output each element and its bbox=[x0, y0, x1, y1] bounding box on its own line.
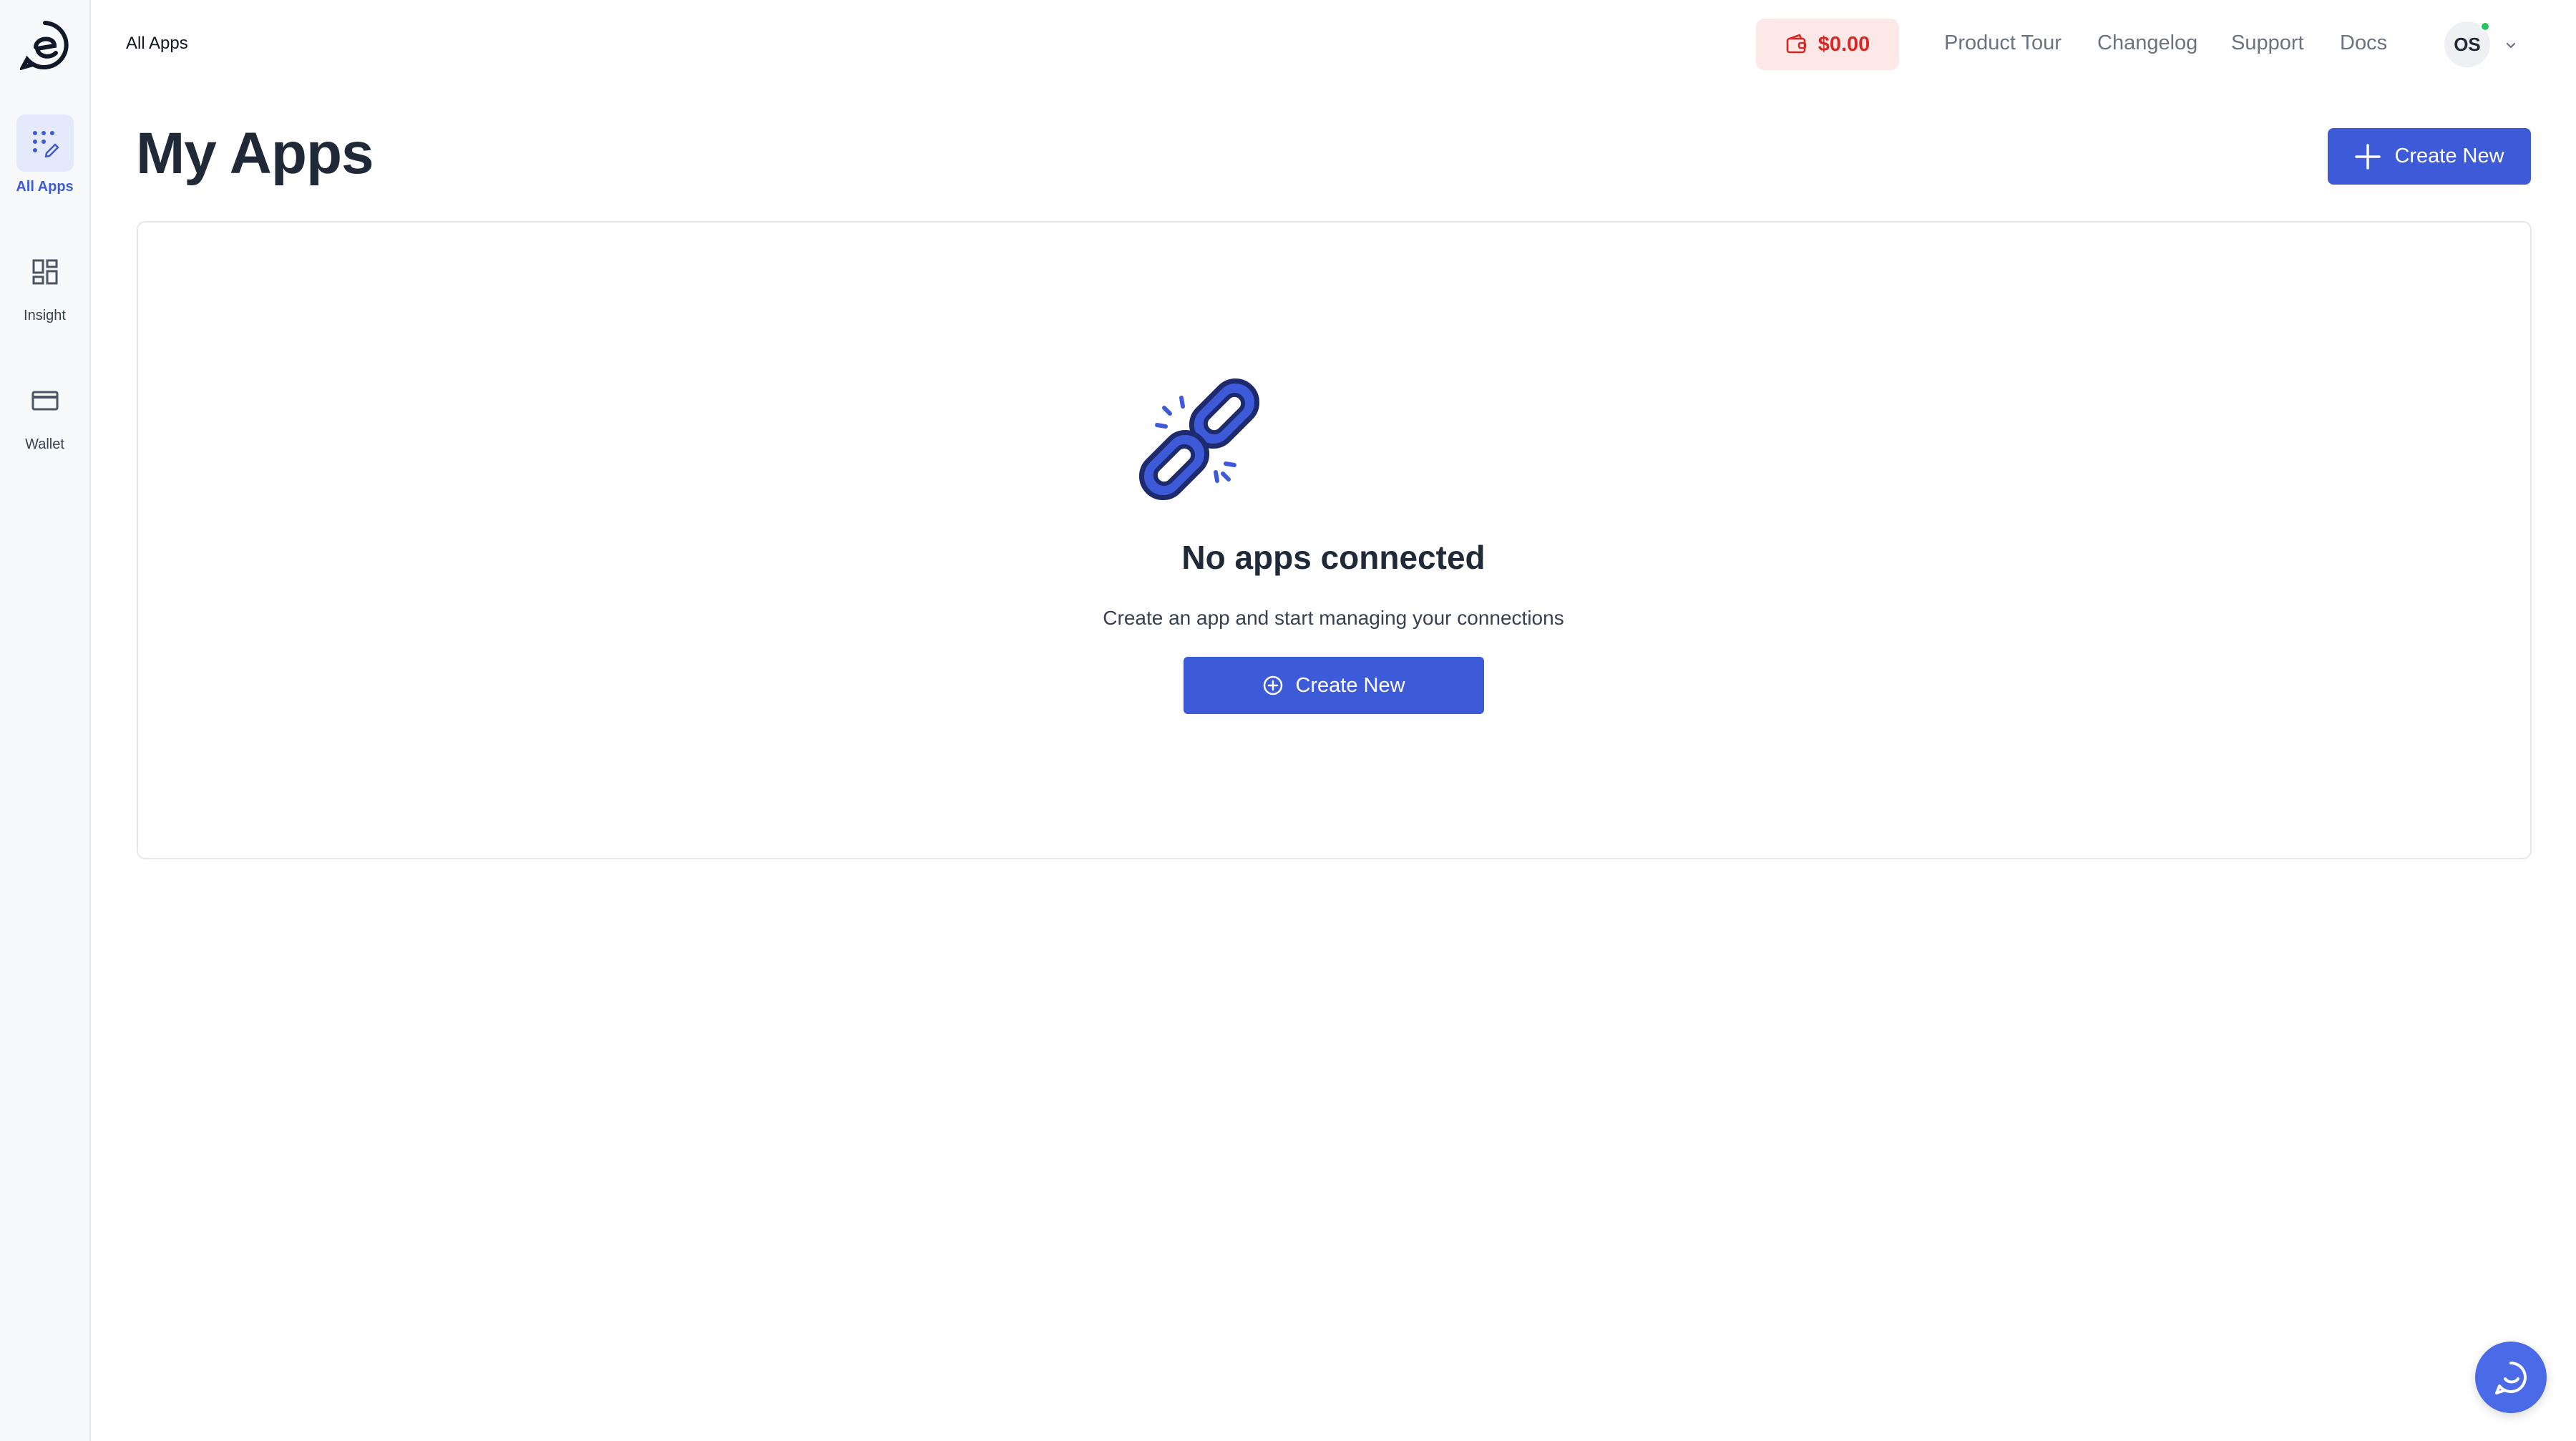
create-new-button[interactable]: Create New bbox=[2328, 128, 2531, 185]
product-tour-link[interactable]: Product Tour bbox=[1944, 31, 2062, 55]
changelog-link[interactable]: Changelog bbox=[2097, 31, 2197, 55]
credit-card-icon bbox=[31, 391, 58, 411]
grid-edit-icon bbox=[32, 131, 59, 157]
sidebar-item-label: All Apps bbox=[16, 179, 74, 195]
plus-icon bbox=[2355, 143, 2381, 170]
sidebar-item-label: Wallet bbox=[25, 436, 64, 452]
balance-amount: $0.00 bbox=[1818, 32, 1870, 56]
docs-link[interactable]: Docs bbox=[2340, 31, 2387, 55]
empty-state-create-button[interactable]: Create New bbox=[1184, 657, 1484, 714]
nav-icon-wrap bbox=[16, 372, 74, 429]
dashboard-icon bbox=[32, 259, 57, 285]
breadcrumb: All Apps bbox=[126, 34, 188, 53]
wallet-icon bbox=[1786, 34, 1806, 54]
broken-link-icon bbox=[1138, 378, 1260, 501]
sidebar-item-wallet[interactable]: Wallet bbox=[0, 372, 89, 453]
sidebar-item-all-apps[interactable]: All Apps bbox=[0, 114, 89, 195]
online-status-dot bbox=[2480, 21, 2490, 31]
support-link[interactable]: Support bbox=[2231, 31, 2304, 55]
chevron-down-icon[interactable] bbox=[2503, 37, 2519, 53]
empty-state-create-label: Create New bbox=[1295, 673, 1405, 697]
create-new-label: Create New bbox=[2394, 145, 2504, 167]
logo-icon[interactable] bbox=[20, 20, 70, 70]
plus-circle-icon bbox=[1264, 675, 1283, 695]
wallet-balance-button[interactable]: $0.00 bbox=[1756, 19, 1899, 70]
sidebar-item-label: Insight bbox=[24, 308, 66, 323]
chat-button[interactable] bbox=[2475, 1342, 2547, 1413]
nav-icon-wrap bbox=[16, 243, 74, 301]
nav-icon-wrap bbox=[16, 114, 74, 172]
page-title: My Apps bbox=[136, 121, 374, 186]
empty-state-title: No apps connected bbox=[1181, 539, 1485, 576]
chat-bubble-icon bbox=[2495, 1362, 2527, 1394]
sidebar-item-insight[interactable]: Insight bbox=[0, 243, 89, 324]
empty-state-subtitle: Create an app and start managing your co… bbox=[1103, 607, 1564, 629]
sidebar: All Apps Insight Wallet bbox=[0, 0, 91, 1441]
